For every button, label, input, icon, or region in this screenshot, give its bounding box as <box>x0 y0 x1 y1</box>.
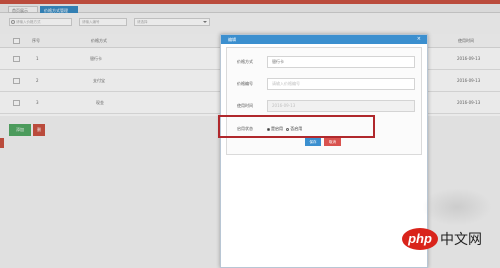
annotation-highlight-box <box>218 115 375 138</box>
watermark-blot <box>422 188 492 226</box>
form-row-code: 价格编号 请输入价格编号 <box>227 74 421 94</box>
code-label: 价格编号 <box>237 81 253 86</box>
form-row-date: 使用时间 2016-09-13 <box>227 96 421 116</box>
watermark-text: 中文网 <box>440 232 482 248</box>
edit-dialog: 编辑 × 价格方式 银行卡 价格编号 请输入价格编号 使用时间 2016-09-… <box>220 34 428 268</box>
date-input[interactable]: 2016-09-13 <box>267 100 415 112</box>
date-label: 使用时间 <box>237 103 253 108</box>
cancel-button[interactable]: 取消 <box>324 138 341 146</box>
watermark: php 中文网 <box>402 188 492 262</box>
save-button[interactable]: 保存 <box>305 138 321 146</box>
form-row-method: 价格方式 银行卡 <box>227 52 421 72</box>
php-logo: php <box>402 228 438 250</box>
method-label: 价格方式 <box>237 59 253 64</box>
dialog-title: 编辑 <box>221 35 427 44</box>
code-input[interactable]: 请输入价格编号 <box>267 78 415 90</box>
close-icon[interactable]: × <box>417 35 421 44</box>
method-input[interactable]: 银行卡 <box>267 56 415 68</box>
